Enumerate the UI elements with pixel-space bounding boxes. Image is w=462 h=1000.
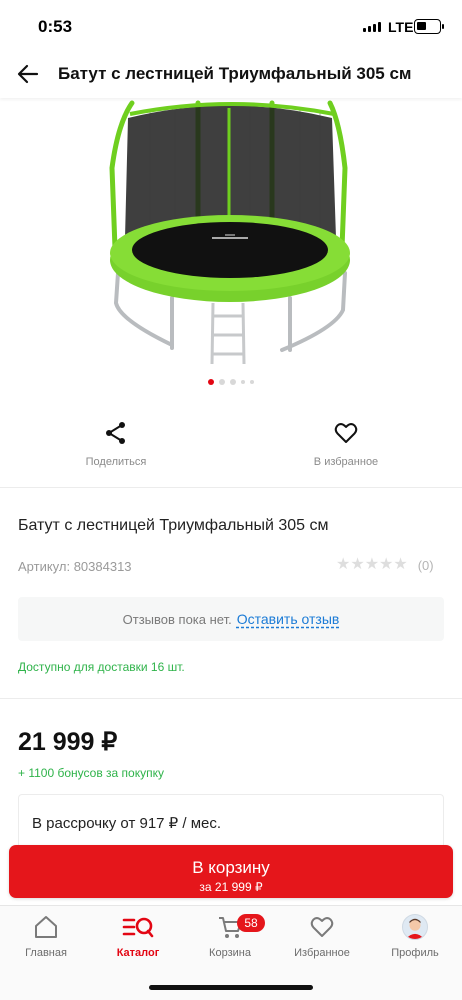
tab-cart[interactable]: 58 Корзина (184, 914, 276, 959)
home-icon (35, 916, 57, 938)
page-title: Батут с лестницей Триумфальный 305 см (58, 64, 412, 83)
tab-cart-label: Корзина (209, 947, 251, 959)
carousel-dot[interactable] (250, 380, 254, 384)
catalog-icon (122, 917, 154, 938)
divider (0, 698, 462, 699)
status-time: 0:53 (38, 17, 73, 36)
tab-favorites-label: Избранное (294, 947, 350, 959)
battery-icon (414, 19, 444, 34)
home-indicator (149, 985, 313, 990)
reviews-box: Отзывов пока нет. Оставить отзыв (18, 597, 444, 641)
product-sku: Артикул: 80384313 (18, 559, 132, 574)
add-to-cart-button[interactable]: В корзину за 21 999 ₽ (9, 845, 453, 898)
installment-text: В рассрочку от 917 ₽ / мес. (32, 815, 222, 832)
favorite-label: В избранное (313, 456, 379, 468)
add-to-cart-label: В корзину (192, 858, 270, 877)
status-bar: 0:53 LTE (0, 0, 462, 52)
tab-favorites[interactable]: Избранное (276, 914, 368, 959)
tab-profile[interactable]: Профиль (369, 914, 461, 959)
leave-review-link[interactable]: Оставить отзыв (237, 611, 340, 627)
carousel-dot[interactable] (230, 379, 236, 385)
tab-catalog-label: Каталог (116, 947, 160, 959)
carousel-dot[interactable] (241, 380, 245, 384)
star-icon: ★ (393, 556, 408, 573)
carousel-dot[interactable] (219, 379, 225, 385)
share-label: Поделиться (85, 456, 147, 468)
no-reviews-text: Отзывов пока нет. (122, 611, 232, 627)
app-header: Батут с лестницей Триумфальный 305 см (0, 52, 462, 98)
star-icon: ★ (350, 556, 365, 573)
star-icon: ★ (364, 556, 380, 573)
signal-icon (363, 22, 381, 32)
share-icon (106, 422, 125, 444)
add-to-favorites-button[interactable]: В избранное (276, 420, 416, 468)
avatar (402, 914, 428, 940)
rating-count: (0) (417, 557, 434, 573)
arrow-left-icon[interactable] (14, 60, 42, 88)
bonus-text: + 1100 бонусов за покупку (18, 766, 164, 780)
network-label: LTE (388, 19, 414, 35)
star-icon: ★ (379, 556, 394, 573)
share-button[interactable]: Поделиться (46, 420, 186, 468)
carousel-dots (0, 379, 462, 385)
product-name: Батут с лестницей Триумфальный 305 см (18, 517, 329, 534)
product-price: 21 999 ₽ (18, 728, 118, 756)
product-image[interactable] (0, 98, 462, 368)
tab-profile-label: Профиль (391, 947, 439, 959)
availability-text: Доступно для доставки 16 шт. (18, 660, 185, 674)
star-icon: ★ (336, 556, 351, 573)
divider (0, 487, 462, 488)
cart-count-badge: 58 (237, 914, 265, 932)
heart-icon (310, 917, 334, 937)
add-to-cart-price: за 21 999 ₽ (199, 880, 263, 894)
tab-catalog[interactable]: Каталог (92, 914, 184, 959)
tab-home[interactable]: Главная (0, 914, 92, 959)
rating[interactable]: ★ ★ ★ ★ ★ (0) (336, 557, 434, 573)
heart-icon (334, 423, 358, 443)
product-actions: Поделиться В избранное (0, 420, 462, 480)
carousel-dot-active[interactable] (208, 379, 214, 385)
tab-home-label: Главная (25, 947, 67, 959)
